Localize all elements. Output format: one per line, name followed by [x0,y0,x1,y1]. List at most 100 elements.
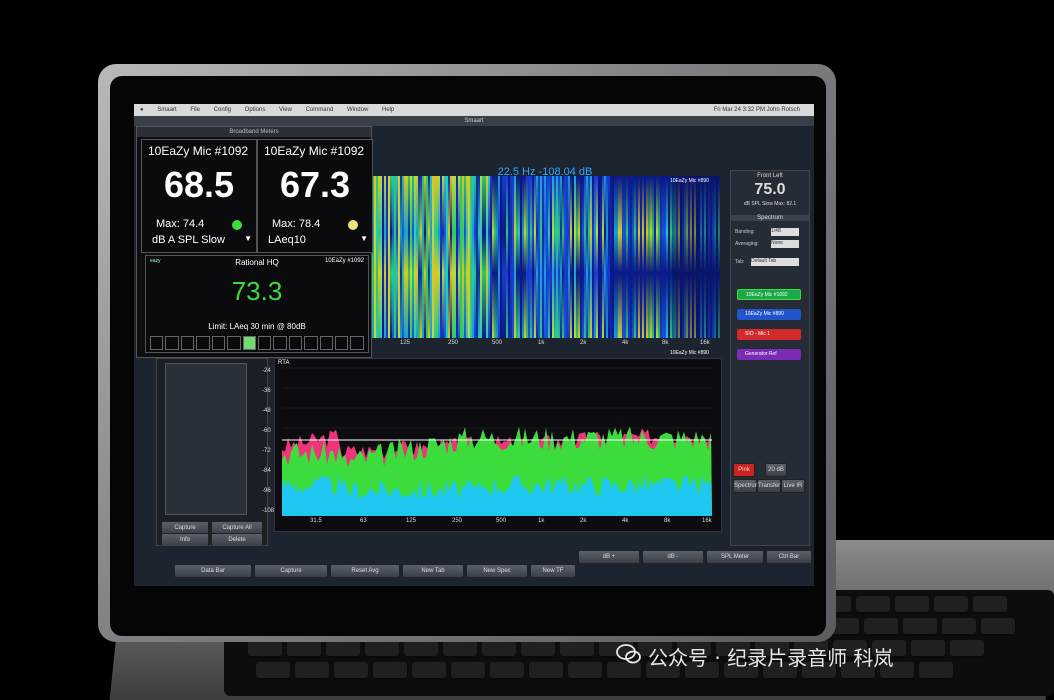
y-tick: -72 [262,448,271,454]
y-tick: -84 [262,468,271,474]
banding-select[interactable]: 1/48 [771,228,799,236]
averaging-select[interactable]: None [771,240,799,248]
y-tick: -108 [262,508,275,514]
history-cell [211,336,226,350]
watermark-text: 公众号 · 纪录片录音师 科岚 [648,646,894,670]
x-tick: 31.5 [310,518,322,524]
spl-meter-1[interactable]: 10EaZy Mic #1092 68.5 Max: 74.4 dB A SPL… [141,139,257,253]
mode-tab-live-ir[interactable]: Live IR [781,479,805,493]
gain-button[interactable]: 20 dB [765,463,787,477]
spl-meter-button[interactable]: SPL Meter [706,550,764,564]
y-tick: -36 [262,388,271,394]
history-cell [165,336,179,350]
rta-trace-label: 10EaZy Mic #890 [670,350,709,356]
tab-select[interactable]: Default Tab [751,258,799,266]
bottom-control-bar: dB + dB - SPL Meter Ctrl Bar Data Bar Ca… [174,550,814,578]
new-spec-button[interactable]: New Spec [466,564,528,578]
meter-unit: LAeq10 [268,234,306,246]
left-column: Capture Capture All Info Delete [156,358,268,547]
history-cell-active [242,336,256,350]
y-tick: -48 [262,408,271,414]
meter-max: Max: 78.4 [272,218,321,230]
spectrograph-band [718,176,720,338]
status-dot [348,220,358,230]
trace-button-mic-1092[interactable]: 10EaZy Mic #1092 [737,289,801,300]
rational-limit: Limit: LAeq 30 min @ 80dB [208,322,306,331]
trace-button-generator[interactable]: Generator Ref [737,349,801,360]
menu-item-options[interactable]: Options [245,107,266,113]
screen: ● Smaart File Config Options View Comman… [134,104,814,586]
level-display [165,363,247,515]
db-minus-button[interactable]: dB - [642,550,704,564]
status-dot [232,220,242,230]
trace-button-sio-mic[interactable]: SIO - Mic 1 [737,329,801,340]
history-cell [273,336,287,350]
control-panel: Front Left 75.0 dB SPL Slow Max: 82.1 Sp… [730,170,810,546]
rational-history-cells [150,336,364,350]
meter-channel[interactable]: Front Left [731,173,809,179]
chevron-down-icon[interactable]: ▼ [360,234,368,243]
meter-value: 67.3 [279,164,351,205]
x-tick: 8k [664,518,671,524]
data-bar-button[interactable]: Data Bar [174,564,252,578]
info-button[interactable]: Info [161,533,209,547]
freq-tick: 16k [700,340,710,346]
rational-mic[interactable]: 10EaZy #1092 [325,258,364,264]
history-cell [196,336,210,350]
x-tick: 1k [538,518,545,524]
menu-item-window[interactable]: Window [347,107,368,113]
averaging-label: Averaging: [735,241,759,247]
panel-meter-value: 75.0 [754,181,786,198]
capture-bottom-button[interactable]: Capture [254,564,328,578]
menu-item-app[interactable]: Smaart [157,107,176,113]
freq-tick: 4k [622,340,629,346]
tab-label: Tab: [735,259,745,265]
meter-value: 68.5 [163,164,235,205]
reset-avg-button[interactable]: Reset Avg [330,564,400,578]
banding-label: Banding: [735,229,755,235]
delete-button[interactable]: Delete [211,533,263,547]
rational-hq-meter[interactable]: eazy Rational HQ 10EaZy #1092 73.3 Limit… [145,255,369,353]
rta-plot[interactable] [282,366,712,516]
meter-name: 10EaZy Mic #1092 [264,144,365,158]
spectrograph-trace-label: 10EaZy Mic #890 [670,178,709,184]
trace-button-mic-890[interactable]: 10EaZy Mic #890 [737,309,801,320]
freq-tick: 1k [538,340,545,346]
menu-item-help[interactable]: Help [382,107,394,113]
menubar-clock: Fri Mar 24 3:32 PM John Rotsch [713,107,800,113]
menu-item-file[interactable]: File [190,107,200,113]
ctrl-bar-button[interactable]: Ctrl Bar [766,550,812,564]
meter-unit: dB A SPL Slow [152,234,225,246]
db-plus-button[interactable]: dB + [578,550,640,564]
x-tick: 4k [622,518,629,524]
history-cell [335,336,349,350]
x-tick: 250 [452,518,463,524]
y-tick: -60 [262,428,271,434]
meter-max: Max: 74.4 [156,218,205,230]
history-cell [350,336,364,350]
mode-tab-transfer[interactable]: Transfer [757,479,781,493]
menu-item-view[interactable]: View [279,107,292,113]
meters-header: Broadband Meters [137,127,371,137]
history-cell [150,336,164,350]
mode-tab-spectrum[interactable]: Spectrum [733,479,760,493]
new-tab-button[interactable]: New Tab [402,564,464,578]
spl-meter-2[interactable]: 10EaZy Mic #1092 67.3 Max: 78.4 LAeq10 ▼ [257,139,373,253]
spectrograph-plot[interactable] [370,176,720,338]
x-tick: 125 [406,518,417,524]
x-tick: 2k [580,518,587,524]
freq-tick: 500 [492,340,503,346]
history-cell [227,336,241,350]
x-tick: 63 [360,518,367,524]
new-tf-button[interactable]: New TF [530,564,576,578]
spectrum-section-header: Spectrum [731,215,809,221]
menu-item-config[interactable]: Config [214,107,231,113]
pink-noise-button[interactable]: Pink [733,463,755,477]
x-tick: 500 [496,518,507,524]
broadband-meters: Broadband Meters 10EaZy Mic #1092 68.5 M… [136,126,373,358]
menu-item-command[interactable]: Command [306,107,334,113]
apple-icon[interactable]: ● [140,107,144,113]
history-cell [319,336,334,350]
freq-tick: 2k [580,340,587,346]
chevron-down-icon[interactable]: ▼ [244,234,252,243]
